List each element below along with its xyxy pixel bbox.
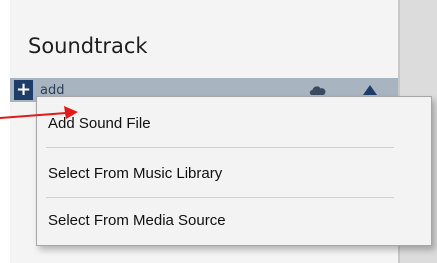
menu-separator (46, 197, 394, 198)
cloud-icon[interactable] (308, 83, 328, 97)
menu-separator (46, 147, 394, 148)
plus-icon: + (15, 79, 32, 100)
chevron-up-icon[interactable] (362, 84, 378, 96)
pointer-arrow (0, 106, 78, 119)
panel-title: Soundtrack (28, 34, 148, 58)
add-button[interactable]: + (14, 80, 33, 100)
menu-item-add-sound-file[interactable]: Add Sound File (48, 114, 394, 134)
menu-item-select-from-media-source[interactable]: Select From Media Source (48, 211, 394, 231)
menu-item-select-from-music-library[interactable]: Select From Music Library (48, 164, 394, 184)
